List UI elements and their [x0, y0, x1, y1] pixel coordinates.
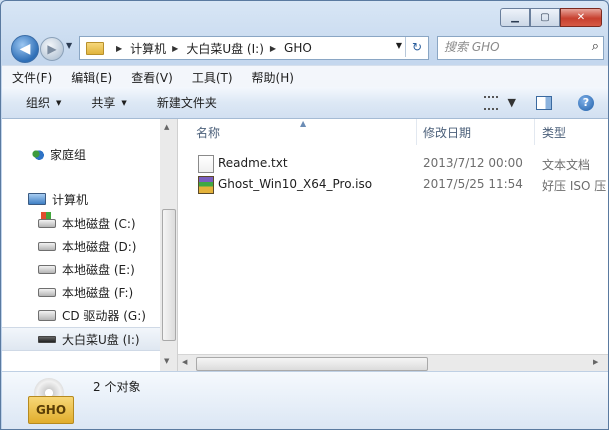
forward-button[interactable]: ▶ — [40, 37, 64, 61]
breadcrumb-usb-drive[interactable]: 大白菜U盘 (I:) — [186, 40, 264, 57]
navigation-scrollbar[interactable]: ▲ ▼ — [160, 119, 178, 371]
nav-drive-label: 本地磁盘 (F:) — [62, 285, 134, 300]
text-file-icon — [198, 155, 214, 173]
drive-icon — [38, 241, 56, 251]
share-button[interactable]: 共享 ▼ — [91, 94, 126, 111]
menu-view[interactable]: 查看(V) — [121, 69, 182, 86]
navigation-bar: ◀ ▶ ▼ ▶ 计算机 ▶ 大白菜U盘 (I:) ▶ GHO ▼ ↻ ⌕ — [9, 34, 604, 63]
nav-computer-label: 计算机 — [52, 192, 89, 207]
column-divider[interactable] — [416, 119, 417, 145]
nav-drive-label: 本地磁盘 (D:) — [62, 239, 137, 254]
column-divider[interactable] — [534, 119, 535, 145]
refresh-icon: ↻ — [411, 40, 423, 54]
menu-bar: 文件(F) 编辑(E) 查看(V) 工具(T) 帮助(H) — [2, 65, 608, 88]
new-folder-label: 新建文件夹 — [156, 96, 217, 110]
address-bar[interactable]: ▶ 计算机 ▶ 大白菜U盘 (I:) ▶ GHO ▼ ↻ — [79, 36, 429, 60]
usb-drive-icon — [38, 335, 56, 343]
details-pane: GHO 2 个对象 — [2, 371, 608, 429]
column-header-modified[interactable]: 修改日期 — [423, 119, 471, 145]
file-type: 好压 ISO 压 — [542, 179, 607, 193]
file-name: Readme.txt — [218, 156, 288, 170]
navigation-pane: 家庭组 计算机 本地磁盘 (C:) 本地磁盘 (D:) 本地磁盘 (E:) 本地… — [2, 119, 161, 371]
recent-pages-dropdown[interactable]: ▼ — [66, 41, 72, 50]
computer-icon — [28, 193, 46, 205]
menu-edit[interactable]: 编辑(E) — [61, 69, 121, 86]
scroll-down-icon[interactable]: ▼ — [164, 357, 169, 365]
nav-homegroup-label: 家庭组 — [50, 147, 87, 162]
scroll-up-icon[interactable]: ▲ — [164, 123, 169, 131]
scroll-right-icon[interactable]: ▶ — [593, 358, 598, 366]
nav-computer[interactable]: 计算机 — [2, 188, 186, 210]
command-bar: 组织 ▼ 共享 ▼ 新建文件夹 ▼ ? — [2, 87, 608, 119]
maximize-button[interactable]: ▢ — [530, 8, 560, 27]
system-drive-icon — [38, 211, 56, 228]
chevron-right-icon[interactable]: ▶ — [116, 44, 122, 53]
folder-icon-label: GHO — [28, 396, 74, 424]
file-modified: 2013/7/12 00:00 — [423, 156, 523, 170]
file-row[interactable]: Ghost_Win10_X64_Pro.iso 2017/5/25 11:54 … — [198, 174, 608, 194]
column-header-type[interactable]: 类型 — [542, 119, 566, 145]
drive-icon — [38, 287, 56, 297]
horizontal-scrollbar[interactable]: ◀ ▶ — [178, 354, 608, 372]
scrollbar-thumb[interactable] — [162, 209, 176, 341]
view-details-icon — [483, 95, 498, 110]
address-dropdown-icon[interactable]: ▼ — [396, 41, 402, 50]
file-list: ▲ 名称 修改日期 类型 Readme.txt 2013/7/12 00:00 … — [178, 119, 608, 371]
search-icon[interactable]: ⌕ — [592, 39, 599, 54]
dropdown-arrow-icon: ▼ — [56, 98, 62, 107]
column-modified-label: 修改日期 — [423, 125, 472, 140]
file-row[interactable]: Readme.txt 2013/7/12 00:00 文本文档 — [198, 153, 608, 173]
nav-drive-label: 大白菜U盘 (I:) — [62, 332, 140, 347]
new-folder-button[interactable]: 新建文件夹 — [157, 94, 217, 111]
file-type: 文本文档 — [542, 158, 591, 172]
nav-drive-label: 本地磁盘 (E:) — [62, 262, 135, 277]
scrollbar-thumb[interactable] — [196, 357, 428, 371]
menu-file[interactable]: 文件(F) — [2, 69, 61, 86]
search-input[interactable] — [438, 37, 580, 57]
chevron-right-icon[interactable]: ▶ — [172, 44, 178, 53]
column-type-label: 类型 — [542, 125, 567, 140]
breadcrumb-gho[interactable]: GHO — [284, 41, 312, 55]
dropdown-arrow-icon: ▼ — [507, 96, 516, 109]
folder-gho-icon: GHO — [28, 378, 74, 424]
share-label: 共享 — [91, 96, 116, 110]
item-count: 2 个对象 — [93, 380, 141, 394]
help-icon[interactable]: ? — [578, 94, 594, 111]
scroll-left-icon[interactable]: ◀ — [182, 358, 187, 366]
explorer-window: ▁ ▢ ✕ ◀ ▶ ▼ ▶ 计算机 ▶ 大白菜U盘 (I:) ▶ GHO ▼ ↻… — [0, 0, 609, 430]
nav-drive-label: 本地磁盘 (C:) — [62, 216, 136, 231]
menu-tools[interactable]: 工具(T) — [182, 69, 242, 86]
arrow-right-icon: ▶ — [47, 42, 57, 56]
organize-button[interactable]: 组织 ▼ — [26, 94, 61, 111]
sort-ascending-icon: ▲ — [300, 119, 307, 128]
folder-icon — [86, 41, 104, 55]
main-content: 家庭组 计算机 本地磁盘 (C:) 本地磁盘 (D:) 本地磁盘 (E:) 本地… — [2, 119, 608, 372]
preview-pane-icon[interactable] — [536, 95, 552, 110]
drive-icon — [38, 264, 56, 274]
search-box: ⌕ — [437, 36, 604, 60]
nav-drive-label: CD 驱动器 (G:) — [62, 308, 146, 323]
close-button[interactable]: ✕ — [560, 8, 602, 27]
column-name-label: 名称 — [196, 125, 221, 140]
chevron-right-icon[interactable]: ▶ — [270, 44, 276, 53]
breadcrumb-computer[interactable]: 计算机 — [130, 40, 166, 57]
nav-drive-i[interactable]: 大白菜U盘 (I:) — [2, 327, 160, 351]
caption-buttons: ▁ ▢ ✕ — [500, 8, 602, 27]
dropdown-arrow-icon: ▼ — [121, 98, 127, 107]
homegroup-icon — [28, 148, 44, 160]
change-view-button[interactable]: ▼ — [483, 95, 516, 110]
menu-help[interactable]: 帮助(H) — [242, 69, 303, 86]
file-name: Ghost_Win10_X64_Pro.iso — [218, 177, 373, 191]
minimize-button[interactable]: ▁ — [500, 8, 530, 27]
refresh-button[interactable]: ↻ — [405, 37, 428, 57]
column-header-name[interactable]: 名称 — [196, 119, 220, 145]
back-button[interactable]: ◀ — [11, 35, 39, 63]
cdrom-icon — [38, 309, 56, 321]
file-modified: 2017/5/25 11:54 — [423, 177, 523, 191]
organize-label: 组织 — [26, 96, 51, 110]
toolbar-right: ▼ ? — [483, 87, 608, 118]
nav-homegroup[interactable]: 家庭组 — [2, 143, 186, 165]
arrow-left-icon: ◀ — [19, 41, 31, 57]
iso-archive-icon — [198, 176, 214, 194]
